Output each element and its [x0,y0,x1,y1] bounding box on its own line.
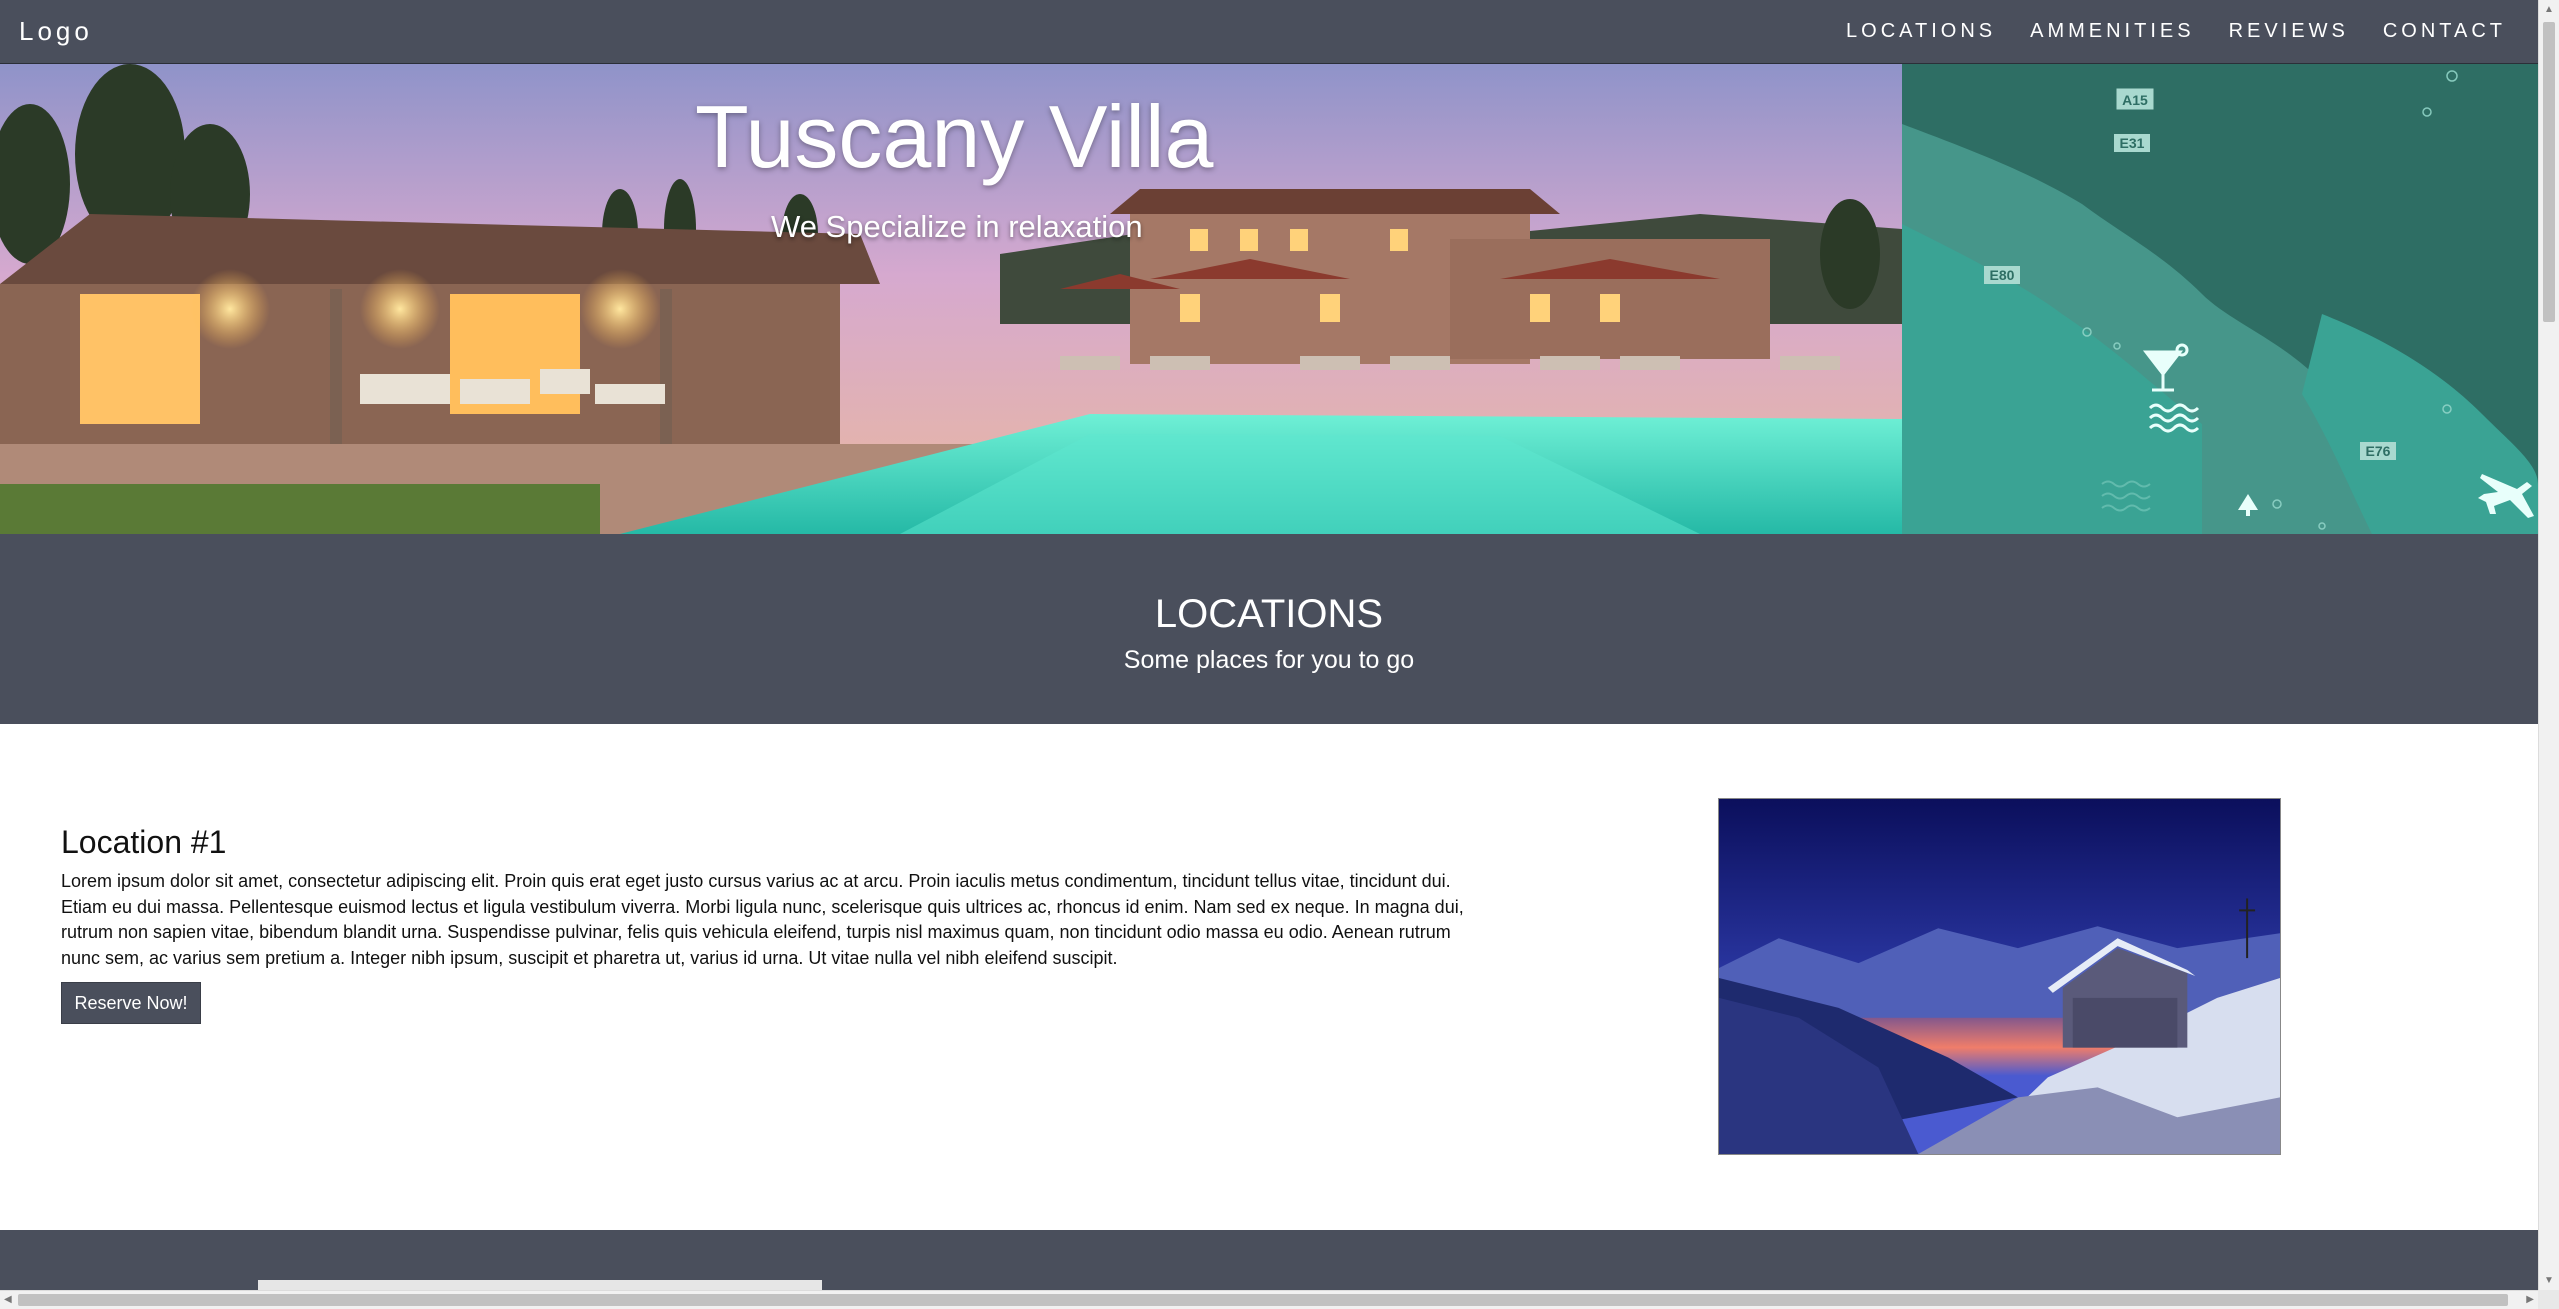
hero-title: Tuscany Villa [695,87,1214,186]
reserve-now-button[interactable]: Reserve Now! [61,982,201,1024]
vertical-scroll-thumb[interactable] [2543,22,2555,322]
horizontal-scroll-thumb[interactable] [18,1294,2508,1306]
locations-subheading: Some places for you to go [1123,646,1415,674]
hero-subtitle: We Specialize in relaxation [771,209,1143,244]
scroll-right-arrow-icon[interactable]: ▶ [2526,1294,2534,1305]
location-title: Location #1 [61,824,227,860]
scroll-left-arrow-icon[interactable]: ◀ [4,1294,12,1305]
region-map: A15 E31 E80 E76 [1902,64,2538,534]
mountain-cabin-photo [1718,798,2281,1155]
nav-links: LOCATIONS AMMENITIES REVIEWS CONTACT [1812,20,2506,43]
vertical-scrollbar[interactable]: ▲ ▼ [2538,0,2559,1290]
map-label-e76: E76 [2366,443,2391,459]
nav-link-contact[interactable]: CONTACT [2383,20,2506,43]
horizontal-scrollbar[interactable]: ◀ ▶ [0,1290,2538,1309]
nav-link-reviews[interactable]: REVIEWS [2229,20,2349,43]
hero-banner: A15 E31 E80 E76 Tuscany Villa We Special… [0,64,2538,534]
locations-band: LOCATIONS Some places for you to go [0,534,2538,724]
scrollbar-corner [2538,1290,2559,1309]
map-label-a15: A15 [2122,92,2148,108]
logo[interactable]: Logo [19,16,93,47]
next-section-band [0,1230,2538,1300]
navbar: Logo LOCATIONS AMMENITIES REVIEWS CONTAC… [0,0,2538,64]
map-label-e31: E31 [2120,135,2145,151]
location-card: Location #1 Lorem ipsum dolor sit amet, … [0,724,2538,1230]
scroll-down-arrow-icon[interactable]: ▼ [2544,1275,2554,1286]
nav-link-ammenities[interactable]: AMMENITIES [2030,20,2194,43]
location-description: Lorem ipsum dolor sit amet, consectetur … [61,871,1464,968]
nav-link-locations[interactable]: LOCATIONS [1846,20,1996,43]
scroll-up-arrow-icon[interactable]: ▲ [2544,4,2554,15]
map-label-e80: E80 [1990,267,2015,283]
locations-heading: LOCATIONS [1154,592,1384,636]
